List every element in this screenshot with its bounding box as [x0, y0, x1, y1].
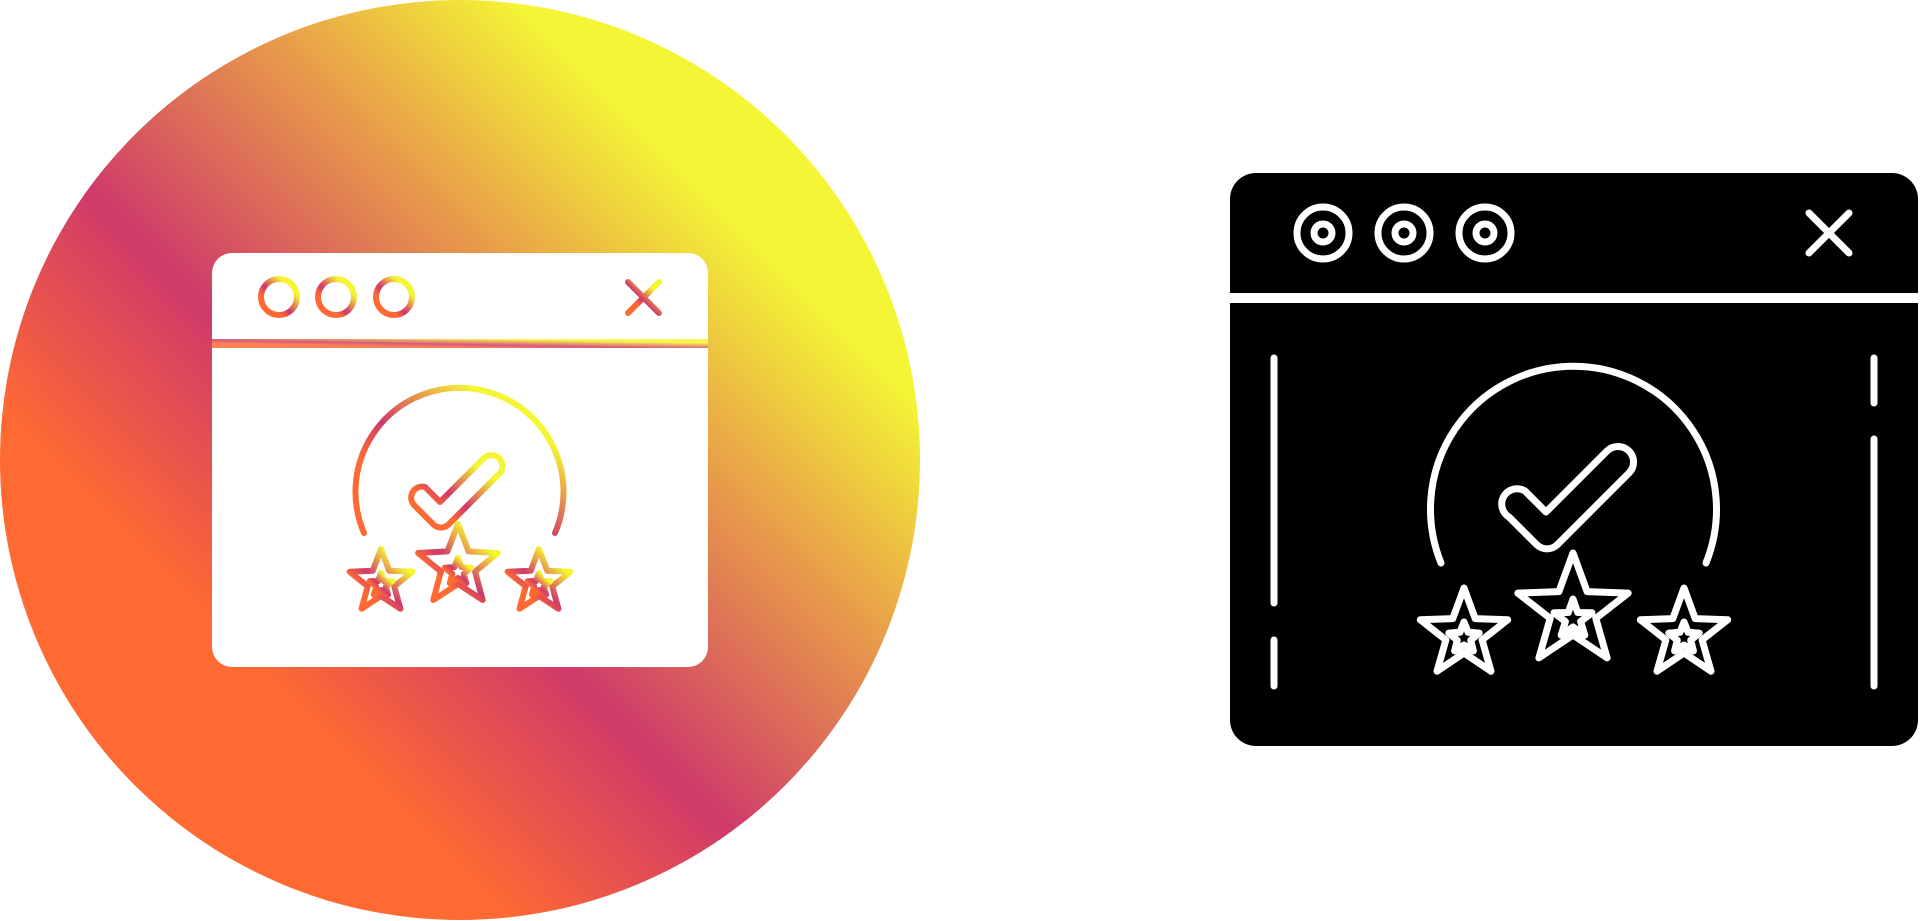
glyph-variant — [1228, 171, 1920, 748]
icon-sheet — [0, 0, 1920, 921]
gradient-variant — [0, 0, 921, 921]
browser-rating-check-icon — [1230, 173, 1918, 746]
browser-rating-check-icon — [0, 0, 920, 920]
title-bar-divider — [1230, 293, 1918, 303]
title-bar-divider — [212, 339, 708, 348]
